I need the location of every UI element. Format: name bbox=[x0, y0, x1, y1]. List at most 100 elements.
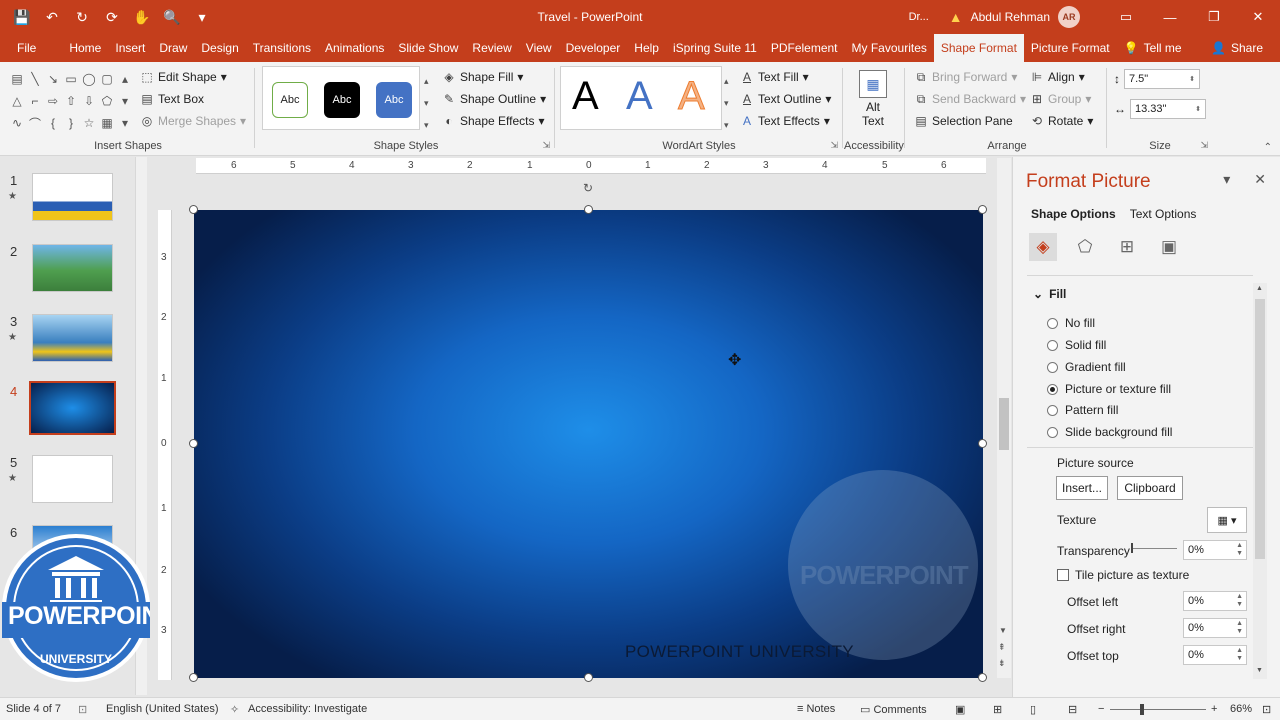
text-outline-button[interactable]: A Text Outline ▾ bbox=[740, 88, 831, 110]
tab-transitions[interactable]: Transitions bbox=[246, 34, 318, 62]
slide-4[interactable]: POWERPOINT POWERPOINT UNIVERSITY bbox=[194, 210, 983, 678]
tab-ispring[interactable]: iSpring Suite 11 bbox=[666, 34, 764, 62]
fill-section-header[interactable]: ⌄ Fill bbox=[1033, 287, 1066, 301]
minimize-icon[interactable]: — bbox=[1148, 0, 1192, 34]
tab-view[interactable]: View bbox=[519, 34, 559, 62]
dialog-launcher-icon[interactable]: ⇲ bbox=[542, 140, 550, 151]
radio-slide-background-fill[interactable]: Slide background fill bbox=[1047, 425, 1172, 439]
height-field[interactable]: ↕ 7.5" ⬍ bbox=[1114, 68, 1206, 90]
text-effects-button[interactable]: A Text Effects ▾ bbox=[740, 110, 831, 132]
spinner-icon[interactable]: ▲ ▼ bbox=[1236, 593, 1243, 609]
tab-my-favourites[interactable]: My Favourites bbox=[845, 34, 934, 62]
zoom-slider-thumb[interactable] bbox=[1140, 704, 1144, 715]
ribbon-display-icon[interactable]: ▭ bbox=[1104, 0, 1148, 34]
down-arrow-shape-icon[interactable]: ⇩ bbox=[80, 90, 98, 112]
tab-pdfelement[interactable]: PDFelement bbox=[764, 34, 845, 62]
transparency-slider[interactable] bbox=[1131, 543, 1177, 553]
spinner-icon[interactable]: ▲ ▼ bbox=[1236, 620, 1243, 636]
language-status[interactable]: English (United States) bbox=[106, 703, 219, 715]
selection-pane-button[interactable]: ▤ Selection Pane bbox=[914, 110, 1026, 132]
tab-shape-options[interactable]: Shape Options bbox=[1031, 207, 1116, 221]
tab-tell-me[interactable]: 💡 Tell me bbox=[1117, 34, 1189, 62]
more-shape-icon[interactable]: ▦ bbox=[98, 112, 116, 134]
rotation-handle-icon[interactable]: ↻ bbox=[583, 181, 595, 195]
accessibility-status[interactable]: Accessibility: Investigate bbox=[248, 703, 367, 715]
rounded-rect-shape-icon[interactable]: ▢ bbox=[98, 68, 116, 90]
scroll-down-icon[interactable]: ▼ bbox=[999, 626, 1007, 635]
clipboard-button[interactable]: Clipboard bbox=[1117, 476, 1183, 500]
shape-style-2[interactable]: Abc bbox=[324, 82, 360, 118]
user-name[interactable]: Abdul Rehman bbox=[971, 10, 1050, 24]
right-arrow-shape-icon[interactable]: ⇨ bbox=[44, 90, 62, 112]
thumbnail-slide-1[interactable]: 1 ★ bbox=[0, 173, 135, 233]
wordart-style-2[interactable]: A bbox=[626, 74, 653, 119]
tab-slide-show[interactable]: Slide Show bbox=[391, 34, 465, 62]
scroll-thumb[interactable] bbox=[1255, 299, 1265, 559]
tab-draw[interactable]: Draw bbox=[152, 34, 194, 62]
pane-scrollbar[interactable]: ▲ ▼ bbox=[1253, 283, 1267, 679]
bring-forward-button[interactable]: ⧉ Bring Forward ▾ bbox=[914, 66, 1026, 88]
text-box-button[interactable]: ▤ Text Box bbox=[140, 88, 246, 110]
radio-solid-fill[interactable]: Solid fill bbox=[1047, 338, 1106, 352]
shape-fill-button[interactable]: ◈ Shape Fill ▾ bbox=[442, 66, 546, 88]
resize-handle-n[interactable] bbox=[584, 205, 593, 214]
align-button[interactable]: ⊫ Align ▾ bbox=[1030, 66, 1093, 88]
star-shape-icon[interactable]: ☆ bbox=[80, 112, 98, 134]
tab-review[interactable]: Review bbox=[465, 34, 518, 62]
size-properties-icon[interactable]: ⊞ bbox=[1113, 233, 1141, 261]
slide-text-box[interactable]: POWERPOINT UNIVERSITY bbox=[625, 642, 854, 662]
maximize-icon[interactable]: ❐ bbox=[1192, 0, 1236, 34]
resize-handle-se[interactable] bbox=[978, 673, 987, 682]
tab-home[interactable]: Home bbox=[62, 34, 108, 62]
reading-view-icon[interactable]: ▯ bbox=[1030, 703, 1036, 716]
tile-checkbox[interactable] bbox=[1057, 569, 1069, 581]
thumbnail-slide-3[interactable]: 3 ★ bbox=[0, 314, 135, 374]
resize-handle-w[interactable] bbox=[189, 439, 198, 448]
shape-outline-button[interactable]: ✎ Shape Outline ▾ bbox=[442, 88, 546, 110]
notes-button[interactable]: ≡ Notes bbox=[797, 703, 835, 715]
pentagon-shape-icon[interactable]: ⬠ bbox=[98, 90, 116, 112]
text-fill-button[interactable]: A Text Fill ▾ bbox=[740, 66, 831, 88]
send-backward-button[interactable]: ⧉ Send Backward ▾ bbox=[914, 88, 1026, 110]
scroll-thumb[interactable] bbox=[999, 398, 1009, 450]
zoom-level[interactable]: 66% bbox=[1230, 703, 1252, 715]
tab-shape-format[interactable]: Shape Format bbox=[933, 34, 1024, 62]
radio-pattern-fill[interactable]: Pattern fill bbox=[1047, 403, 1118, 417]
pane-close-icon[interactable]: ✕ bbox=[1254, 171, 1266, 188]
width-field[interactable]: ↔ 13.33" ⬍ bbox=[1114, 98, 1206, 120]
resize-handle-s[interactable] bbox=[584, 673, 593, 682]
spinner-icon[interactable]: ▲ ▼ bbox=[1236, 647, 1243, 663]
arc-shape-icon[interactable]: ⌒ bbox=[26, 112, 44, 134]
brace-shape-icon[interactable]: { bbox=[44, 112, 62, 134]
collapse-ribbon-icon[interactable]: ⌃ bbox=[1264, 142, 1272, 153]
resize-handle-nw[interactable] bbox=[189, 205, 198, 214]
designer-label[interactable]: Dr... bbox=[909, 11, 929, 23]
share-button[interactable]: 👤 Share bbox=[1204, 34, 1270, 62]
oval-shape-icon[interactable]: ◯ bbox=[80, 68, 98, 90]
radio-gradient-fill[interactable]: Gradient fill bbox=[1047, 360, 1126, 374]
offset-right-field[interactable]: 0% ▲ ▼ bbox=[1183, 618, 1247, 638]
radio-no-fill[interactable]: No fill bbox=[1047, 316, 1095, 330]
shape-style-1[interactable]: Abc bbox=[272, 82, 308, 118]
tab-animations[interactable]: Animations bbox=[318, 34, 391, 62]
elbow-shape-icon[interactable]: ⌐ bbox=[26, 90, 44, 112]
curved-arrow-shape-icon[interactable]: ⇧ bbox=[62, 90, 80, 112]
thumbnail-slide-4[interactable]: 4 bbox=[0, 381, 135, 444]
tab-text-options[interactable]: Text Options bbox=[1130, 207, 1197, 221]
zoom-in-icon[interactable]: + bbox=[1211, 703, 1217, 715]
scroll-up-icon[interactable]: ▲ bbox=[1256, 285, 1263, 292]
scroll-down-icon[interactable]: ▼ bbox=[1256, 667, 1263, 674]
wordart-scroll[interactable]: ▴ ▾ ▾ bbox=[724, 70, 729, 136]
gallery-more-icon[interactable]: ▾ bbox=[116, 112, 134, 134]
freeform-shape-icon[interactable]: ∿ bbox=[8, 112, 26, 134]
fill-line-icon[interactable]: ◈ bbox=[1029, 233, 1057, 261]
insert-picture-button[interactable]: Insert... bbox=[1056, 476, 1108, 500]
slide-sorter-icon[interactable]: ⊞ bbox=[993, 703, 1002, 716]
normal-view-icon[interactable]: ▣ bbox=[955, 703, 965, 716]
edit-shape-button[interactable]: ⬚ Edit Shape ▾ bbox=[140, 66, 246, 88]
gallery-up-icon[interactable]: ▴ bbox=[116, 68, 134, 90]
slideshow-view-icon[interactable]: ⊟ bbox=[1068, 703, 1077, 716]
thumbnail-slide-2[interactable]: 2 bbox=[0, 244, 135, 304]
tab-design[interactable]: Design bbox=[194, 34, 245, 62]
next-slide-icon[interactable]: ⇟ bbox=[998, 658, 1006, 669]
